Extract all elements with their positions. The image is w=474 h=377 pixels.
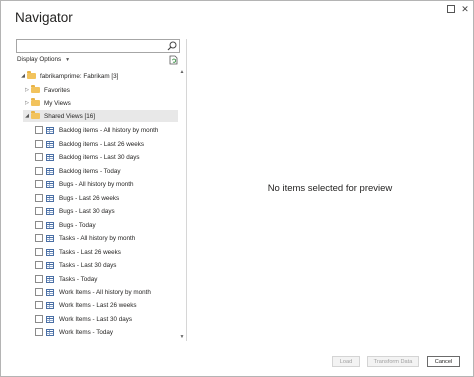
- tree-item[interactable]: Tasks - Today: [35, 273, 97, 285]
- table-icon: [46, 180, 54, 188]
- window-title: Navigator: [15, 10, 73, 25]
- table-icon: [46, 153, 54, 161]
- table-icon: [46, 194, 54, 202]
- display-options-dropdown[interactable]: Display Options ▼: [17, 56, 70, 63]
- table-icon: [46, 140, 54, 148]
- maximize-icon: [447, 5, 455, 13]
- collapse-icon[interactable]: ◢: [23, 113, 31, 119]
- table-icon: [46, 221, 54, 229]
- refresh-icon[interactable]: [169, 55, 178, 65]
- item-checkbox[interactable]: [35, 221, 43, 229]
- tree-folder-shared-views[interactable]: ◢ Shared Views [16]: [23, 110, 178, 122]
- tree-folder-favorites[interactable]: ▷ Favorites: [23, 84, 70, 96]
- folder-icon: [31, 98, 40, 106]
- tree-item[interactable]: Backlog items - All history by month: [35, 124, 158, 136]
- tree-folder-label: Favorites: [44, 86, 70, 94]
- collapse-icon[interactable]: ◢: [19, 73, 27, 79]
- folder-icon: [27, 71, 36, 79]
- item-checkbox[interactable]: [35, 167, 43, 175]
- item-checkbox[interactable]: [35, 126, 43, 134]
- tree-item-label: Backlog items - Last 26 weeks: [59, 140, 145, 148]
- tree-item[interactable]: Work Items - Last 30 days: [35, 313, 132, 325]
- tree-item[interactable]: Tasks - Last 30 days: [35, 259, 116, 271]
- table-icon: [46, 261, 54, 269]
- tree-item[interactable]: Backlog items - Today: [35, 165, 120, 177]
- table-icon: [46, 234, 54, 242]
- table-icon: [46, 167, 54, 175]
- table-icon: [46, 288, 54, 296]
- item-checkbox[interactable]: [35, 288, 43, 296]
- item-checkbox[interactable]: [35, 140, 43, 148]
- tree-item-label: Work Items - Last 30 days: [59, 315, 133, 323]
- tree-folder-label: Shared Views [16]: [44, 112, 95, 120]
- expand-icon[interactable]: ▷: [23, 100, 31, 106]
- display-options-label: Display Options: [17, 56, 62, 63]
- item-checkbox[interactable]: [35, 248, 43, 256]
- tree-item-label: Tasks - Last 30 days: [59, 261, 117, 269]
- tree-item[interactable]: Bugs - Last 30 days: [35, 205, 115, 217]
- chevron-down-icon: ▼: [65, 56, 71, 63]
- table-icon: [46, 315, 54, 323]
- cancel-button[interactable]: Cancel: [427, 356, 460, 367]
- navigator-window: Navigator ✕ Display Options ▼ ◢ fabrikam…: [0, 0, 474, 377]
- tree-item-label: Bugs - All history by month: [59, 180, 134, 188]
- tree-item-label: Bugs - Last 30 days: [59, 207, 115, 215]
- folder-icon: [31, 111, 40, 119]
- item-checkbox[interactable]: [35, 153, 43, 161]
- item-checkbox[interactable]: [35, 328, 43, 336]
- table-icon: [46, 207, 54, 215]
- table-icon: [46, 248, 54, 256]
- table-icon: [46, 328, 54, 336]
- scroll-up-icon[interactable]: ▲: [179, 69, 185, 75]
- item-checkbox[interactable]: [35, 275, 43, 283]
- item-checkbox[interactable]: [35, 194, 43, 202]
- tree-item[interactable]: Tasks - All history by month: [35, 232, 135, 244]
- tree-item-label: Work Items - Today: [59, 328, 114, 336]
- tree-item[interactable]: Bugs - Last 26 weeks: [35, 192, 119, 204]
- tree-item-label: Work Items - Last 26 weeks: [59, 301, 137, 309]
- item-checkbox[interactable]: [35, 180, 43, 188]
- tree-item-label: Backlog items - Today: [59, 167, 121, 175]
- transform-data-button[interactable]: Transform Data: [367, 356, 419, 367]
- tree-item[interactable]: Backlog items - Last 26 weeks: [35, 138, 144, 150]
- tree-item-label: Tasks - Today: [59, 275, 98, 283]
- tree-item[interactable]: Tasks - Last 26 weeks: [35, 246, 121, 258]
- table-icon: [46, 301, 54, 309]
- tree-item[interactable]: Backlog items - Last 30 days: [35, 151, 140, 163]
- tree-folder-label: My Views: [44, 99, 71, 107]
- search-icon[interactable]: [167, 41, 177, 51]
- tree-item-label: Backlog items - All history by month: [59, 126, 159, 134]
- tree-folder-my-views[interactable]: ▷ My Views: [23, 97, 71, 109]
- tree-item[interactable]: Work Items - Last 26 weeks: [35, 299, 137, 311]
- tree-root-label: fabrikamprime: Fabrikam [3]: [40, 72, 119, 80]
- tree-root[interactable]: ◢ fabrikamprime: Fabrikam [3]: [19, 70, 118, 82]
- close-icon: ✕: [461, 3, 469, 14]
- folder-icon: [31, 85, 40, 93]
- tree-item[interactable]: Bugs - Today: [35, 219, 96, 231]
- item-checkbox[interactable]: [35, 261, 43, 269]
- item-checkbox[interactable]: [35, 301, 43, 309]
- item-checkbox[interactable]: [35, 207, 43, 215]
- load-button[interactable]: Load: [332, 356, 360, 367]
- preview-empty-message: No items selected for preview: [267, 183, 393, 194]
- tree-item-label: Work Items - All history by month: [59, 288, 151, 296]
- tree-item[interactable]: Work Items - All history by month: [35, 286, 151, 298]
- tree-item-label: Bugs - Today: [59, 221, 96, 229]
- search-input[interactable]: [16, 39, 180, 53]
- item-checkbox[interactable]: [35, 234, 43, 242]
- table-icon: [46, 126, 54, 134]
- table-icon: [46, 275, 54, 283]
- maximize-button[interactable]: [444, 3, 458, 15]
- tree-item-label: Bugs - Last 26 weeks: [59, 194, 120, 202]
- expand-icon[interactable]: ▷: [23, 87, 31, 93]
- close-button[interactable]: ✕: [458, 3, 472, 15]
- tree-item-label: Tasks - All history by month: [59, 234, 136, 242]
- scroll-down-icon[interactable]: ▼: [179, 334, 185, 340]
- tree-item[interactable]: Work Items - Today: [35, 326, 113, 338]
- item-checkbox[interactable]: [35, 315, 43, 323]
- tree-item-label: Tasks - Last 26 weeks: [59, 248, 121, 256]
- tree-item[interactable]: Bugs - All history by month: [35, 178, 134, 190]
- tree-item-label: Backlog items - Last 30 days: [59, 153, 140, 161]
